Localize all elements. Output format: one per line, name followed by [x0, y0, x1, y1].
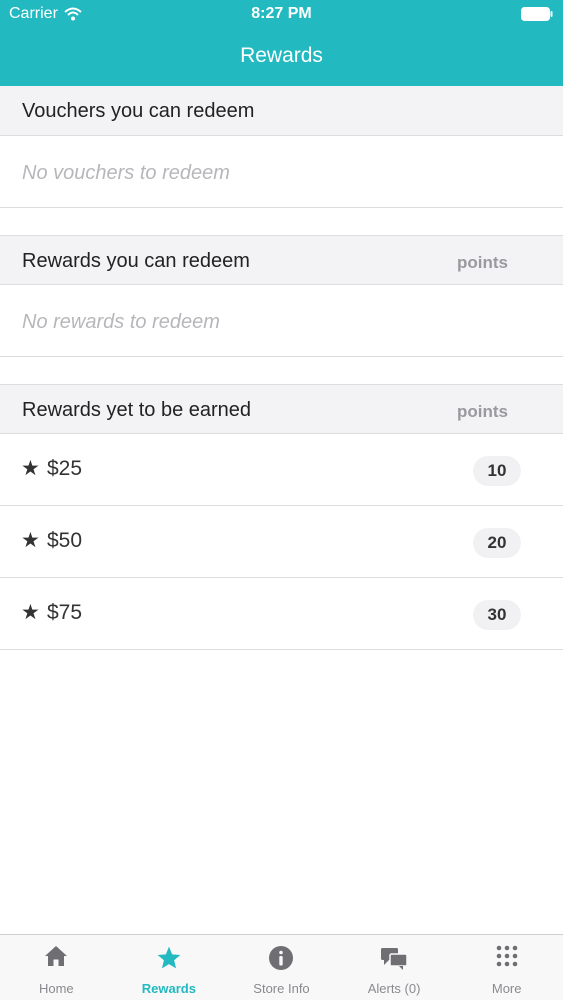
tab-more[interactable]: More	[450, 935, 563, 1000]
reward-label: $75	[47, 601, 83, 624]
earn-section-title: Rewards yet to be earned	[22, 399, 252, 421]
tab-home[interactable]: Home	[0, 935, 113, 1000]
vouchers-empty-text: No vouchers to redeem	[22, 162, 230, 184]
reward-row[interactable]: ★ $75 30	[0, 578, 563, 650]
vouchers-section-title: Vouchers you can redeem	[22, 100, 255, 122]
tab-alerts[interactable]: Alerts (0)	[338, 935, 451, 1000]
rewards-content: Vouchers you can redeem No vouchers to r…	[0, 86, 563, 650]
section-spacer	[0, 208, 563, 235]
info-icon	[269, 946, 294, 970]
reward-row[interactable]: ★ $50 20	[0, 506, 563, 578]
star-icon	[157, 946, 181, 969]
section-spacer	[0, 357, 563, 384]
star-icon: ★	[21, 601, 40, 624]
page-title: Rewards	[240, 44, 323, 67]
battery-icon	[521, 7, 553, 21]
reward-label: $25	[47, 457, 83, 480]
earn-points-header: points	[457, 402, 508, 421]
redeemable-section-title: Rewards you can redeem	[22, 250, 250, 272]
reward-points-badge: 20	[473, 528, 521, 558]
tab-rewards-label: Rewards	[141, 981, 196, 996]
status-time: 8:27 PM	[251, 5, 312, 22]
vouchers-empty-row: No vouchers to redeem	[0, 136, 563, 208]
tab-alerts-label: Alerts (0)	[367, 981, 421, 996]
chat-bubbles-icon	[381, 948, 408, 970]
reward-points-badge: 30	[473, 600, 521, 630]
grid-dots-icon	[496, 945, 517, 967]
redeemable-empty-row: No rewards to redeem	[0, 285, 563, 357]
redeemable-points-header: points	[457, 253, 508, 272]
star-icon: ★	[21, 457, 40, 480]
tab-store-info-label: Store Info	[253, 981, 310, 996]
tab-more-label: More	[491, 981, 522, 996]
reward-points-badge: 10	[473, 456, 521, 486]
tab-home-label: Home	[38, 981, 74, 996]
tab-bar: Home Rewards Store Info Alerts (0) More	[0, 934, 563, 1000]
vouchers-section-header: Vouchers you can redeem	[0, 86, 563, 136]
reward-row[interactable]: ★ $25 10	[0, 434, 563, 506]
star-icon: ★	[21, 529, 40, 552]
header-bar: Carrier 8:27 PM Rewards	[0, 0, 563, 86]
reward-label: $50	[47, 529, 83, 552]
earn-section-header: Rewards yet to be earned points	[0, 384, 563, 434]
redeemable-empty-text: No rewards to redeem	[22, 311, 220, 333]
home-icon	[45, 946, 68, 966]
tab-store-info[interactable]: Store Info	[225, 935, 338, 1000]
redeemable-section-header: Rewards you can redeem points	[0, 235, 563, 285]
tab-rewards[interactable]: Rewards	[113, 935, 226, 1000]
status-bar: Carrier 8:27 PM	[0, 0, 563, 30]
